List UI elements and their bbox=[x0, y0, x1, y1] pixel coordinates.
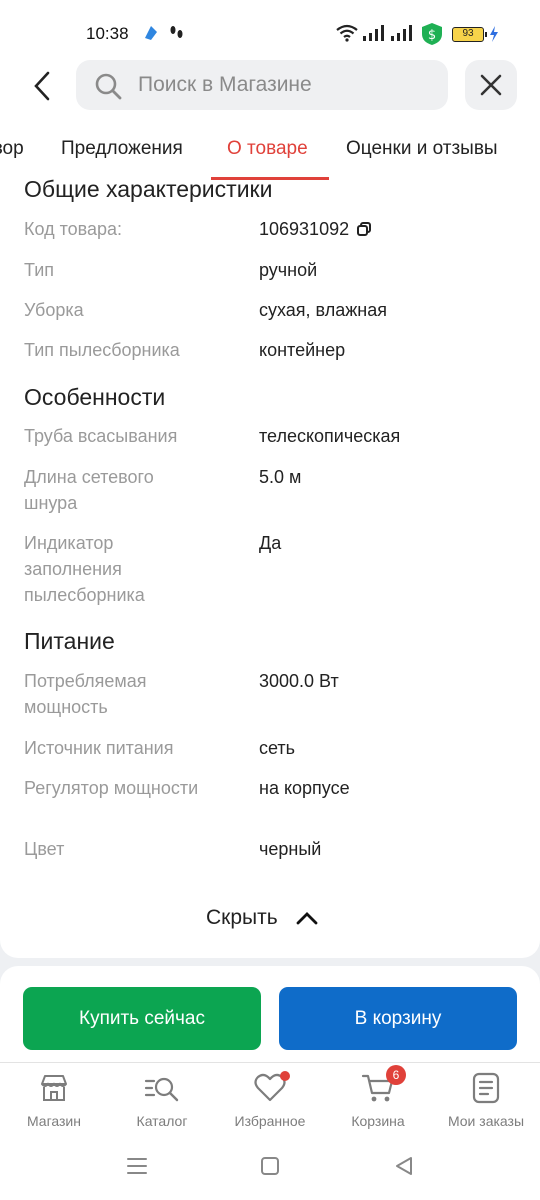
copy-icon[interactable] bbox=[357, 217, 372, 243]
section-title-general: Общие характеристики bbox=[24, 176, 273, 202]
tab-overview[interactable]: зор bbox=[0, 138, 24, 160]
spec-label: Тип пылесборника bbox=[24, 340, 180, 360]
nav-label-cart: Корзина bbox=[351, 1113, 405, 1129]
app-notification-icon bbox=[142, 24, 160, 47]
spec-label: Длина сетевого шнура bbox=[24, 467, 154, 513]
wifi-icon bbox=[336, 24, 358, 47]
search-input[interactable] bbox=[138, 60, 438, 110]
cart-count-badge: 6 bbox=[386, 1065, 406, 1085]
spec-value: сухая, влажная bbox=[259, 300, 387, 320]
spec-label: Потребляемая мощность bbox=[24, 671, 147, 717]
signal-2-icon bbox=[390, 24, 414, 47]
nav-item-orders[interactable]: Мои заказы bbox=[436, 1071, 536, 1129]
nav-item-catalog[interactable]: Каталог bbox=[112, 1071, 212, 1129]
spec-value: ручной bbox=[259, 260, 318, 280]
search-icon bbox=[95, 73, 122, 100]
tab-about-product[interactable]: О товаре bbox=[227, 138, 308, 160]
spec-value: 3000.0 Вт bbox=[259, 671, 339, 691]
back-button[interactable] bbox=[22, 66, 62, 106]
spec-value: контейнер bbox=[259, 340, 346, 360]
purchase-panel: Купить сейчас В корзину bbox=[0, 966, 540, 1062]
spec-label: Индикатор заполнения пылесборника bbox=[24, 533, 145, 605]
nav-label-favorites: Избранное bbox=[234, 1113, 306, 1129]
product-code: 106931092 bbox=[259, 219, 350, 239]
nav-item-shop[interactable]: Магазин bbox=[4, 1071, 104, 1129]
home-icon[interactable] bbox=[260, 1156, 280, 1181]
nav-item-favorites[interactable]: Избранное bbox=[220, 1071, 320, 1129]
charging-icon bbox=[489, 26, 499, 47]
nav-label-catalog: Каталог bbox=[136, 1113, 188, 1129]
shop-icon bbox=[4, 1071, 104, 1105]
spec-value: черный bbox=[259, 839, 322, 859]
close-icon bbox=[480, 74, 502, 96]
tab-reviews[interactable]: Оценки и отзывы bbox=[346, 138, 498, 160]
battery-indicator: 93 bbox=[452, 27, 487, 42]
spec-label: Код товара: bbox=[24, 219, 123, 239]
nav-item-cart[interactable]: 6 Корзина bbox=[328, 1065, 428, 1129]
hide-specs-button[interactable]: Скрыть bbox=[206, 906, 318, 930]
cart-icon: 6 bbox=[328, 1065, 428, 1105]
system-back-icon[interactable] bbox=[394, 1156, 414, 1181]
menu-icon[interactable] bbox=[126, 1156, 148, 1181]
spec-value: Да bbox=[259, 533, 282, 553]
spec-label: Регулятор мощности bbox=[24, 778, 199, 798]
section-title-power: Питание bbox=[24, 628, 115, 654]
favorites-notification-dot bbox=[280, 1071, 290, 1081]
spec-label: Уборка bbox=[24, 300, 84, 320]
spec-label: Труба всасывания bbox=[24, 426, 178, 446]
steps-icon bbox=[168, 24, 186, 47]
spec-value: 5.0 м bbox=[259, 467, 302, 487]
product-specs-card: Общие характеристики Код товара: 1069310… bbox=[0, 176, 540, 958]
system-navigation-bar bbox=[0, 1138, 540, 1200]
spec-value: телескопическая bbox=[259, 426, 401, 446]
nav-label-orders: Мои заказы bbox=[447, 1113, 525, 1129]
svg-text:$: $ bbox=[428, 28, 436, 43]
chevron-left-icon bbox=[34, 71, 50, 101]
spec-label: Цвет bbox=[24, 839, 65, 859]
spec-label: Тип bbox=[24, 260, 55, 280]
signal-1-icon bbox=[362, 24, 386, 47]
nav-label-shop: Магазин bbox=[26, 1113, 81, 1129]
buy-now-button[interactable]: Купить сейчас bbox=[23, 987, 261, 1050]
top-header bbox=[0, 60, 540, 120]
spec-label: Источник питания bbox=[24, 738, 174, 758]
orders-icon bbox=[436, 1071, 536, 1105]
close-button[interactable] bbox=[465, 60, 517, 110]
tab-offers[interactable]: Предложения bbox=[61, 138, 183, 160]
spec-value: сеть bbox=[259, 738, 296, 758]
catalog-search-icon bbox=[112, 1071, 212, 1105]
heart-icon bbox=[220, 1071, 320, 1105]
spec-value: на корпусе bbox=[259, 778, 350, 798]
chevron-up-icon bbox=[296, 912, 318, 925]
status-bar: 10:38 $ 93 bbox=[0, 0, 540, 60]
bottom-navigation: Магазин Каталог Избранное 6 Корзина Мои … bbox=[0, 1062, 540, 1138]
add-to-cart-button[interactable]: В корзину bbox=[279, 987, 517, 1050]
hide-specs-label: Скрыть bbox=[206, 906, 278, 929]
spec-value-product-code: 106931092 bbox=[259, 216, 372, 243]
search-bar[interactable] bbox=[76, 60, 448, 110]
status-time: 10:38 bbox=[86, 24, 129, 43]
product-tabs: зор Предложения О товаре Оценки и отзывы bbox=[0, 120, 540, 180]
security-shield-icon: $ bbox=[421, 22, 443, 51]
section-title-features: Особенности bbox=[24, 384, 166, 410]
